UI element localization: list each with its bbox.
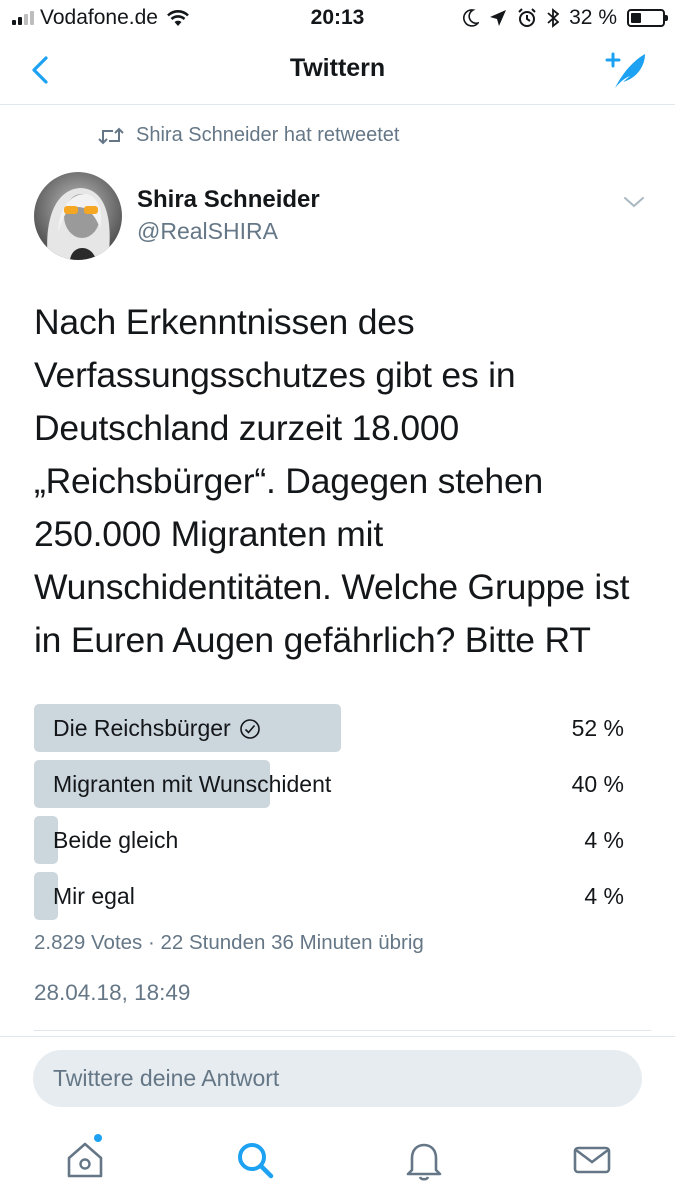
chevron-down-icon[interactable] — [621, 192, 647, 212]
poll-option-percent: 4 % — [584, 827, 624, 853]
compose-tweet-icon[interactable] — [603, 48, 649, 92]
poll-option: Mir egal 4 % — [34, 872, 624, 920]
poll-option-percent: 52 % — [571, 715, 624, 741]
divider — [0, 1036, 675, 1037]
check-circle-icon — [239, 718, 260, 739]
notifications-icon[interactable] — [400, 1136, 448, 1184]
poll-option-text: Migranten mit Wunschident — [53, 771, 332, 797]
notification-dot — [94, 1134, 102, 1142]
navigation-bar: Twittern — [0, 36, 675, 105]
alarm-icon — [518, 8, 536, 27]
retweet-label: Shira Schneider hat retweetet — [136, 124, 400, 146]
status-bar: Vodafone.de 20:13 32 % — [0, 0, 675, 36]
author-handle[interactable]: @RealSHIRA — [137, 218, 278, 245]
poll-option-label: Migranten mit Wunschident — [53, 771, 331, 798]
poll-option-text: Beide gleich — [53, 827, 179, 853]
battery-fill — [631, 13, 641, 23]
messages-icon[interactable] — [568, 1136, 616, 1184]
poll-option: Migranten mit Wunschident 40 % — [34, 760, 624, 808]
poll-option: Beide gleich 4 % — [34, 816, 624, 864]
poll-option-text: Mir egal — [53, 883, 135, 909]
tab-bar — [0, 1128, 675, 1200]
home-icon[interactable] — [61, 1136, 109, 1184]
avatar[interactable] — [34, 172, 122, 260]
poll-option: Die Reichsbürger 52 % — [34, 704, 624, 752]
poll: Die Reichsbürger 52 % Migranten mit Wuns… — [34, 704, 624, 928]
poll-option-label: Beide gleich — [53, 827, 178, 854]
tweet-timestamp: 28.04.18, 18:49 — [34, 980, 191, 1005]
bluetooth-icon — [547, 8, 560, 28]
reply-input[interactable] — [33, 1050, 613, 1107]
poll-option-label: Mir egal — [53, 883, 135, 910]
retweet-icon — [98, 127, 124, 144]
status-right: 32 % — [463, 6, 668, 30]
poll-option-percent: 40 % — [571, 771, 624, 797]
battery-percent: 32 % — [569, 6, 617, 29]
battery-icon — [627, 9, 668, 27]
divider — [34, 1030, 651, 1031]
poll-option-text: Die Reichsbürger — [53, 715, 231, 741]
reply-box — [33, 1050, 642, 1107]
author-name[interactable]: Shira Schneider — [137, 186, 320, 214]
tweet-text: Nach Erkenntnissen des Verfassungsschutz… — [34, 302, 630, 660]
location-arrow-icon — [490, 10, 507, 26]
page-title: Twittern — [289, 54, 386, 82]
poll-option-label: Die Reichsbürger — [53, 715, 261, 742]
poll-meta: 2.829 Votes · 22 Stunden 36 Minuten übri… — [34, 931, 424, 954]
moon-icon — [463, 9, 480, 27]
poll-option-percent: 4 % — [584, 883, 624, 909]
search-icon[interactable] — [231, 1136, 279, 1184]
retweet-indicator: Shira Schneider hat retweetet — [98, 124, 400, 147]
